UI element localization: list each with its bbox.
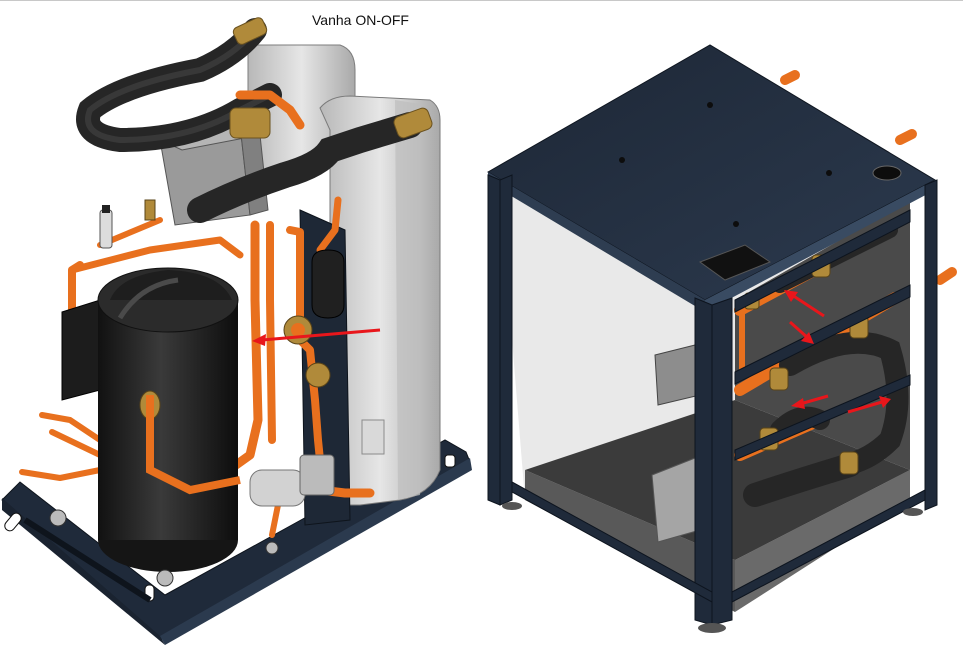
liquid-receiver <box>311 249 345 319</box>
right-cabinet-view <box>487 44 957 633</box>
scroll-compressor <box>97 267 241 572</box>
diagram-canvas <box>1 17 957 645</box>
left-assembly-view <box>1 17 472 645</box>
service-valve <box>144 199 156 221</box>
pressure-switch <box>99 205 113 249</box>
side-bracket-box <box>61 299 101 401</box>
